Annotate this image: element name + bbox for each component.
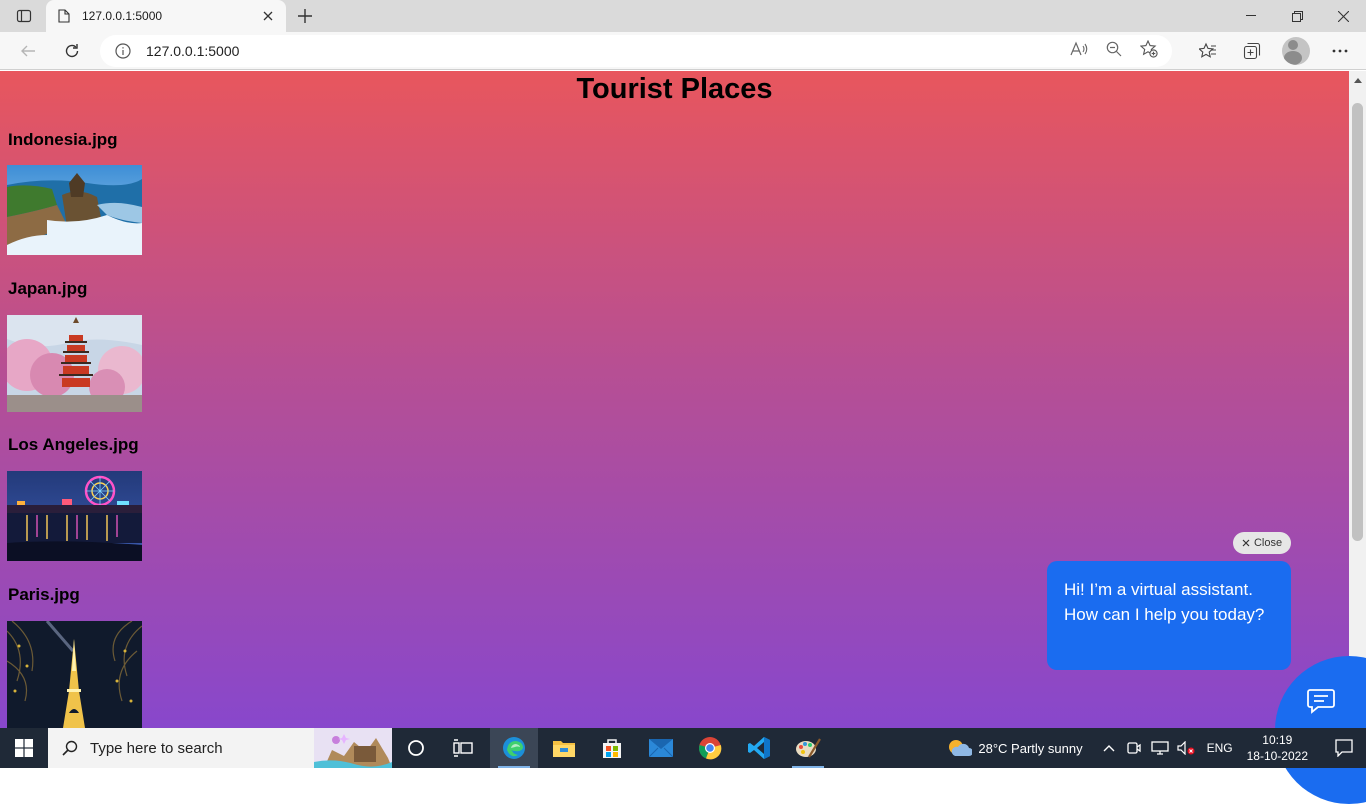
restore-button[interactable]	[1274, 0, 1320, 32]
zoom-out-icon[interactable]	[1106, 41, 1122, 62]
read-aloud-icon[interactable]	[1070, 40, 1088, 62]
notifications-icon[interactable]	[1322, 728, 1366, 768]
place-label-los-angeles: Los Angeles.jpg	[8, 435, 139, 454]
indonesia-image	[7, 165, 142, 255]
weather-icon[interactable]	[946, 736, 973, 760]
mail-icon[interactable]	[637, 728, 685, 768]
search-icon	[62, 740, 78, 756]
place-label-paris: Paris.jpg	[8, 585, 80, 604]
paris-image	[7, 621, 142, 728]
clock-date: 18-10-2022	[1246, 749, 1308, 763]
chat-greeting-bubble[interactable]: Hi! I’m a virtual assistant. How can I h…	[1047, 561, 1291, 670]
tab-title: 127.0.0.1:5000	[82, 9, 163, 23]
paint-icon[interactable]	[784, 728, 832, 768]
taskbar: Type here to search 28°C Partly sunny EN…	[0, 728, 1366, 768]
task-view-icon[interactable]	[441, 728, 485, 768]
search-highlight-icon	[314, 728, 392, 768]
place-label-japan: Japan.jpg	[8, 279, 88, 298]
file-explorer-icon[interactable]	[540, 728, 588, 768]
clock[interactable]: 10:19 18-10-2022	[1247, 732, 1308, 764]
site-info-icon[interactable]	[114, 42, 132, 60]
network-icon[interactable]	[1150, 741, 1169, 755]
collections-icon[interactable]	[1238, 37, 1266, 65]
store-icon[interactable]	[588, 728, 636, 768]
los-angeles-image	[7, 471, 142, 561]
back-button[interactable]	[14, 37, 42, 65]
url-text: 127.0.0.1:5000	[146, 43, 240, 59]
profile-avatar[interactable]	[1282, 37, 1310, 65]
japan-image	[7, 315, 142, 412]
taskbar-search-box[interactable]: Type here to search	[48, 728, 392, 768]
add-favorite-icon[interactable]	[1139, 39, 1158, 63]
chat-close-button[interactable]: Close	[1233, 532, 1291, 554]
windows-logo-icon	[15, 739, 33, 757]
chat-greeting-text: Hi! I’m a virtual assistant. How can I h…	[1064, 580, 1265, 624]
tab-actions-icon[interactable]	[8, 4, 40, 28]
meet-now-icon[interactable]	[1126, 740, 1141, 756]
scrollbar-thumb[interactable]	[1352, 103, 1363, 541]
chat-close-label: Close	[1253, 537, 1283, 549]
cortana-icon[interactable]	[394, 728, 438, 768]
vscode-icon[interactable]	[735, 728, 783, 768]
new-tab-button[interactable]	[292, 4, 318, 28]
close-window-button[interactable]	[1320, 0, 1366, 32]
page-title: Tourist Places	[576, 73, 773, 105]
search-placeholder: Type here to search	[90, 739, 223, 757]
favorites-icon[interactable]	[1194, 37, 1222, 65]
page-scrollbar[interactable]	[1349, 71, 1366, 728]
close-icon	[1242, 539, 1250, 547]
refresh-button[interactable]	[58, 37, 86, 65]
chat-icon	[1307, 689, 1335, 714]
language-indicator[interactable]: ENG	[1207, 741, 1233, 755]
more-menu-icon[interactable]	[1326, 37, 1354, 65]
place-label-indonesia: Indonesia.jpg	[8, 130, 118, 149]
chrome-icon[interactable]	[686, 728, 734, 768]
scroll-up-arrow-icon[interactable]	[1349, 73, 1366, 87]
page-icon	[56, 8, 72, 24]
volume-muted-icon[interactable]	[1176, 741, 1195, 755]
edge-taskbar-icon[interactable]	[490, 728, 538, 768]
address-bar[interactable]: 127.0.0.1:5000	[100, 35, 1172, 67]
start-button[interactable]	[0, 728, 48, 768]
tab-close-icon[interactable]	[260, 8, 276, 24]
weather-text[interactable]: 28°C Partly sunny	[978, 741, 1082, 756]
browser-toolbar: 127.0.0.1:5000	[0, 32, 1366, 70]
clock-time: 10:19	[1262, 733, 1293, 747]
tab-bar: 127.0.0.1:5000	[0, 0, 1366, 32]
minimize-button[interactable]	[1228, 0, 1274, 32]
chevron-up-icon[interactable]	[1103, 744, 1115, 752]
browser-tab[interactable]: 127.0.0.1:5000	[46, 0, 286, 32]
